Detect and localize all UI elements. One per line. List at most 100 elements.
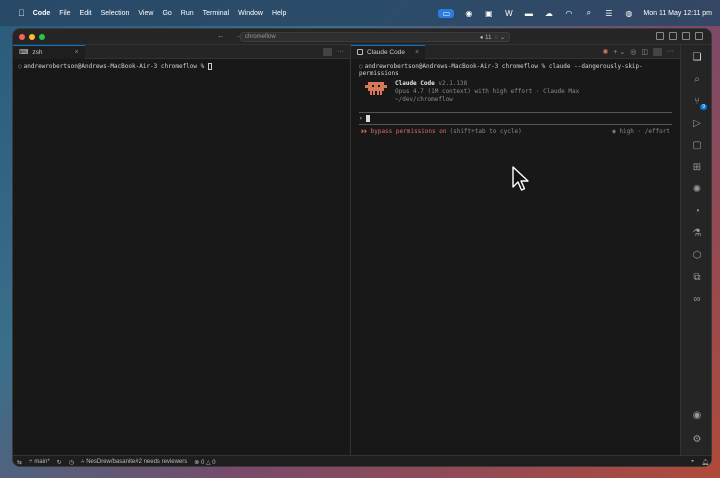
claude-header: Claude Code v2.1.138 Opus 4.7 (1M contex…: [365, 80, 672, 104]
menu-go[interactable]: Go: [162, 10, 171, 17]
pull-request-text: NesDrew/basanite#2 needs reviewers: [86, 459, 188, 465]
statusbar-right: ◓ 🔔︎: [691, 459, 709, 466]
remote-icon[interactable]: ⇆: [17, 459, 22, 466]
menu-terminal[interactable]: Terminal: [203, 10, 229, 17]
tab-zsh-label: zsh: [32, 48, 43, 56]
extensions-icon[interactable]: ⊞: [691, 161, 703, 173]
branch-name: main*: [34, 459, 50, 465]
remote-explorer-icon[interactable]: ▢: [691, 139, 703, 151]
lock-icon[interactable]: [323, 47, 332, 56]
split-editor-icon[interactable]: ◫: [641, 48, 648, 56]
containers-icon[interactable]: ⬡: [691, 249, 703, 261]
siri-icon[interactable]: ◍: [623, 9, 634, 18]
tab-claude-code-label: Claude Code: [367, 48, 405, 56]
sync-icon[interactable]: ↻: [57, 459, 62, 466]
claude-input[interactable]: ›: [359, 112, 672, 125]
toggle-sidebar-icon[interactable]: [656, 32, 664, 40]
battery-icon[interactable]: ▬: [523, 9, 534, 18]
account-icon[interactable]: ◉: [691, 409, 703, 421]
path-line: ~/dev/chromeflow: [395, 96, 453, 103]
infinity-icon[interactable]: ∞: [691, 293, 703, 305]
history-icon[interactable]: ◷: [69, 459, 74, 466]
search-icon[interactable]: ⌕: [691, 73, 703, 85]
left-pane-actions: ···: [323, 47, 350, 56]
menu-window[interactable]: Window: [238, 10, 263, 17]
menu-selection[interactable]: Selection: [101, 10, 130, 17]
status-bar: ⇆ ⑂ main* ↻ ◷ ⑃ NesDrew/basanite#2 needs…: [13, 455, 711, 466]
warning-count: 0: [212, 459, 216, 466]
claude-spark-icon[interactable]: ✺: [602, 48, 608, 56]
copilot-status-icon[interactable]: ◓: [691, 459, 695, 466]
zsh-terminal-pane[interactable]: ○ andrewrobertson@Andrews-MacBook-Air-3 c…: [13, 59, 350, 455]
pull-request-status[interactable]: ⑃ NesDrew/basanite#2 needs reviewers: [81, 459, 187, 465]
wifi-icon[interactable]: ◠: [563, 9, 574, 18]
tab-zsh[interactable]: ⌨ zsh ×: [13, 44, 85, 59]
problems-status[interactable]: ⊗ 0 △ 0: [194, 459, 215, 466]
more-icon[interactable]: ···: [337, 48, 344, 55]
claude-version: v2.1.138: [438, 80, 468, 87]
problems-count[interactable]: ● 11 ◌ ⌄: [480, 34, 505, 41]
input-cursor: [365, 115, 370, 122]
zoom-window-button[interactable]: [39, 33, 45, 40]
bypass-status-row: ⏵⏵ bypass permissions on (shift+tab to c…: [359, 128, 672, 136]
command-line: ○ andrewrobertson@Andrews-MacBook-Air-3 c…: [359, 63, 672, 77]
activity-bar: ❏ ⌕ ⑂ 9 ▷ ▢ ⊞ ✺ ◔ ⚗ ⬡ ⧉ ∞ ◉ ⚙: [680, 45, 711, 455]
bypass-permissions-status: ⏵⏵ bypass permissions on: [361, 128, 447, 135]
right-pane-actions: ✺ + ⌄ ◎ ◫ ···: [602, 47, 680, 56]
app-status-icon[interactable]: ▣: [483, 9, 494, 18]
close-window-button[interactable]: [19, 33, 25, 40]
menu-app-name[interactable]: Code: [33, 10, 51, 17]
cloud-icon[interactable]: ☁: [543, 9, 554, 18]
new-terminal-icon[interactable]: + ⌄: [613, 48, 625, 56]
command-center-text: chromeflow: [245, 34, 276, 40]
copilot-icon[interactable]: ◎: [630, 48, 636, 56]
screen-share-icon[interactable]: ▭: [438, 8, 455, 18]
source-control-icon[interactable]: ⑂ 9: [691, 95, 707, 110]
menu-file[interactable]: File: [59, 10, 70, 17]
source-control-badge: 9: [700, 104, 707, 110]
run-debug-icon[interactable]: ▷: [691, 117, 703, 129]
terminal-icon: ⌨: [19, 49, 29, 56]
close-icon[interactable]: ×: [415, 49, 419, 56]
gear-icon[interactable]: ⚙: [691, 433, 703, 445]
menu-run[interactable]: Run: [181, 10, 194, 17]
notifications-icon[interactable]: 🔔︎: [701, 459, 709, 466]
more-icon[interactable]: ···: [667, 48, 674, 55]
terminal-line: ○ andrewrobertson@Andrews-MacBook-Air-3 c…: [18, 63, 345, 70]
claude-terminal-pane[interactable]: ○ andrewrobertson@Andrews-MacBook-Air-3 c…: [350, 59, 680, 455]
terminal-cursor: [207, 63, 212, 70]
git-graph-icon[interactable]: ⧉: [691, 271, 703, 283]
menubar-clock[interactable]: Mon 11 May 12:11 pm: [643, 10, 712, 17]
toggle-secondary-sidebar-icon[interactable]: [682, 32, 690, 40]
explorer-icon[interactable]: ❏: [691, 51, 703, 63]
menu-edit[interactable]: Edit: [80, 10, 92, 17]
claude-logo-icon: [365, 80, 387, 96]
customize-layout-icon[interactable]: [695, 32, 703, 40]
command-center-search[interactable]: chromeflow ● 11 ◌ ⌄: [240, 32, 510, 42]
error-count: 0: [200, 459, 205, 466]
right-tabbar: Claude Code × ✺ + ⌄ ◎ ◫ ···: [350, 44, 680, 59]
control-center-icon[interactable]: ☰: [603, 9, 614, 18]
claude-info: Claude Code v2.1.138 Opus 4.7 (1M contex…: [395, 80, 579, 104]
search-icon[interactable]: ⌕: [583, 8, 594, 18]
menu-view[interactable]: View: [138, 10, 153, 17]
claude-icon[interactable]: ✺: [691, 183, 703, 195]
toggle-panel-icon[interactable]: [669, 32, 677, 40]
lock-icon[interactable]: [653, 47, 662, 56]
testing-icon[interactable]: ⚗: [691, 227, 703, 239]
w-status-icon[interactable]: W: [503, 9, 514, 18]
timeline-icon[interactable]: ◔: [691, 205, 703, 217]
record-icon[interactable]: ◉: [463, 9, 474, 18]
branch-status[interactable]: ⑂ main*: [29, 459, 50, 465]
apple-icon[interactable]: : [18, 8, 25, 18]
close-icon[interactable]: ×: [75, 49, 79, 56]
zsh-prompt: andrewrobertson@Andrews-MacBook-Air-3 ch…: [23, 63, 208, 70]
bypass-hint: (shift+tab to cycle): [449, 128, 522, 135]
traffic-lights: [19, 33, 45, 40]
tab-claude-code[interactable]: Claude Code ×: [351, 44, 426, 59]
minimize-window-button[interactable]: [29, 33, 35, 40]
title-bar: ← → chromeflow ● 11 ◌ ⌄: [13, 29, 711, 45]
prompt-dot: ○: [359, 63, 363, 70]
mouse-pointer-icon: [512, 166, 529, 191]
menu-help[interactable]: Help: [272, 10, 286, 17]
